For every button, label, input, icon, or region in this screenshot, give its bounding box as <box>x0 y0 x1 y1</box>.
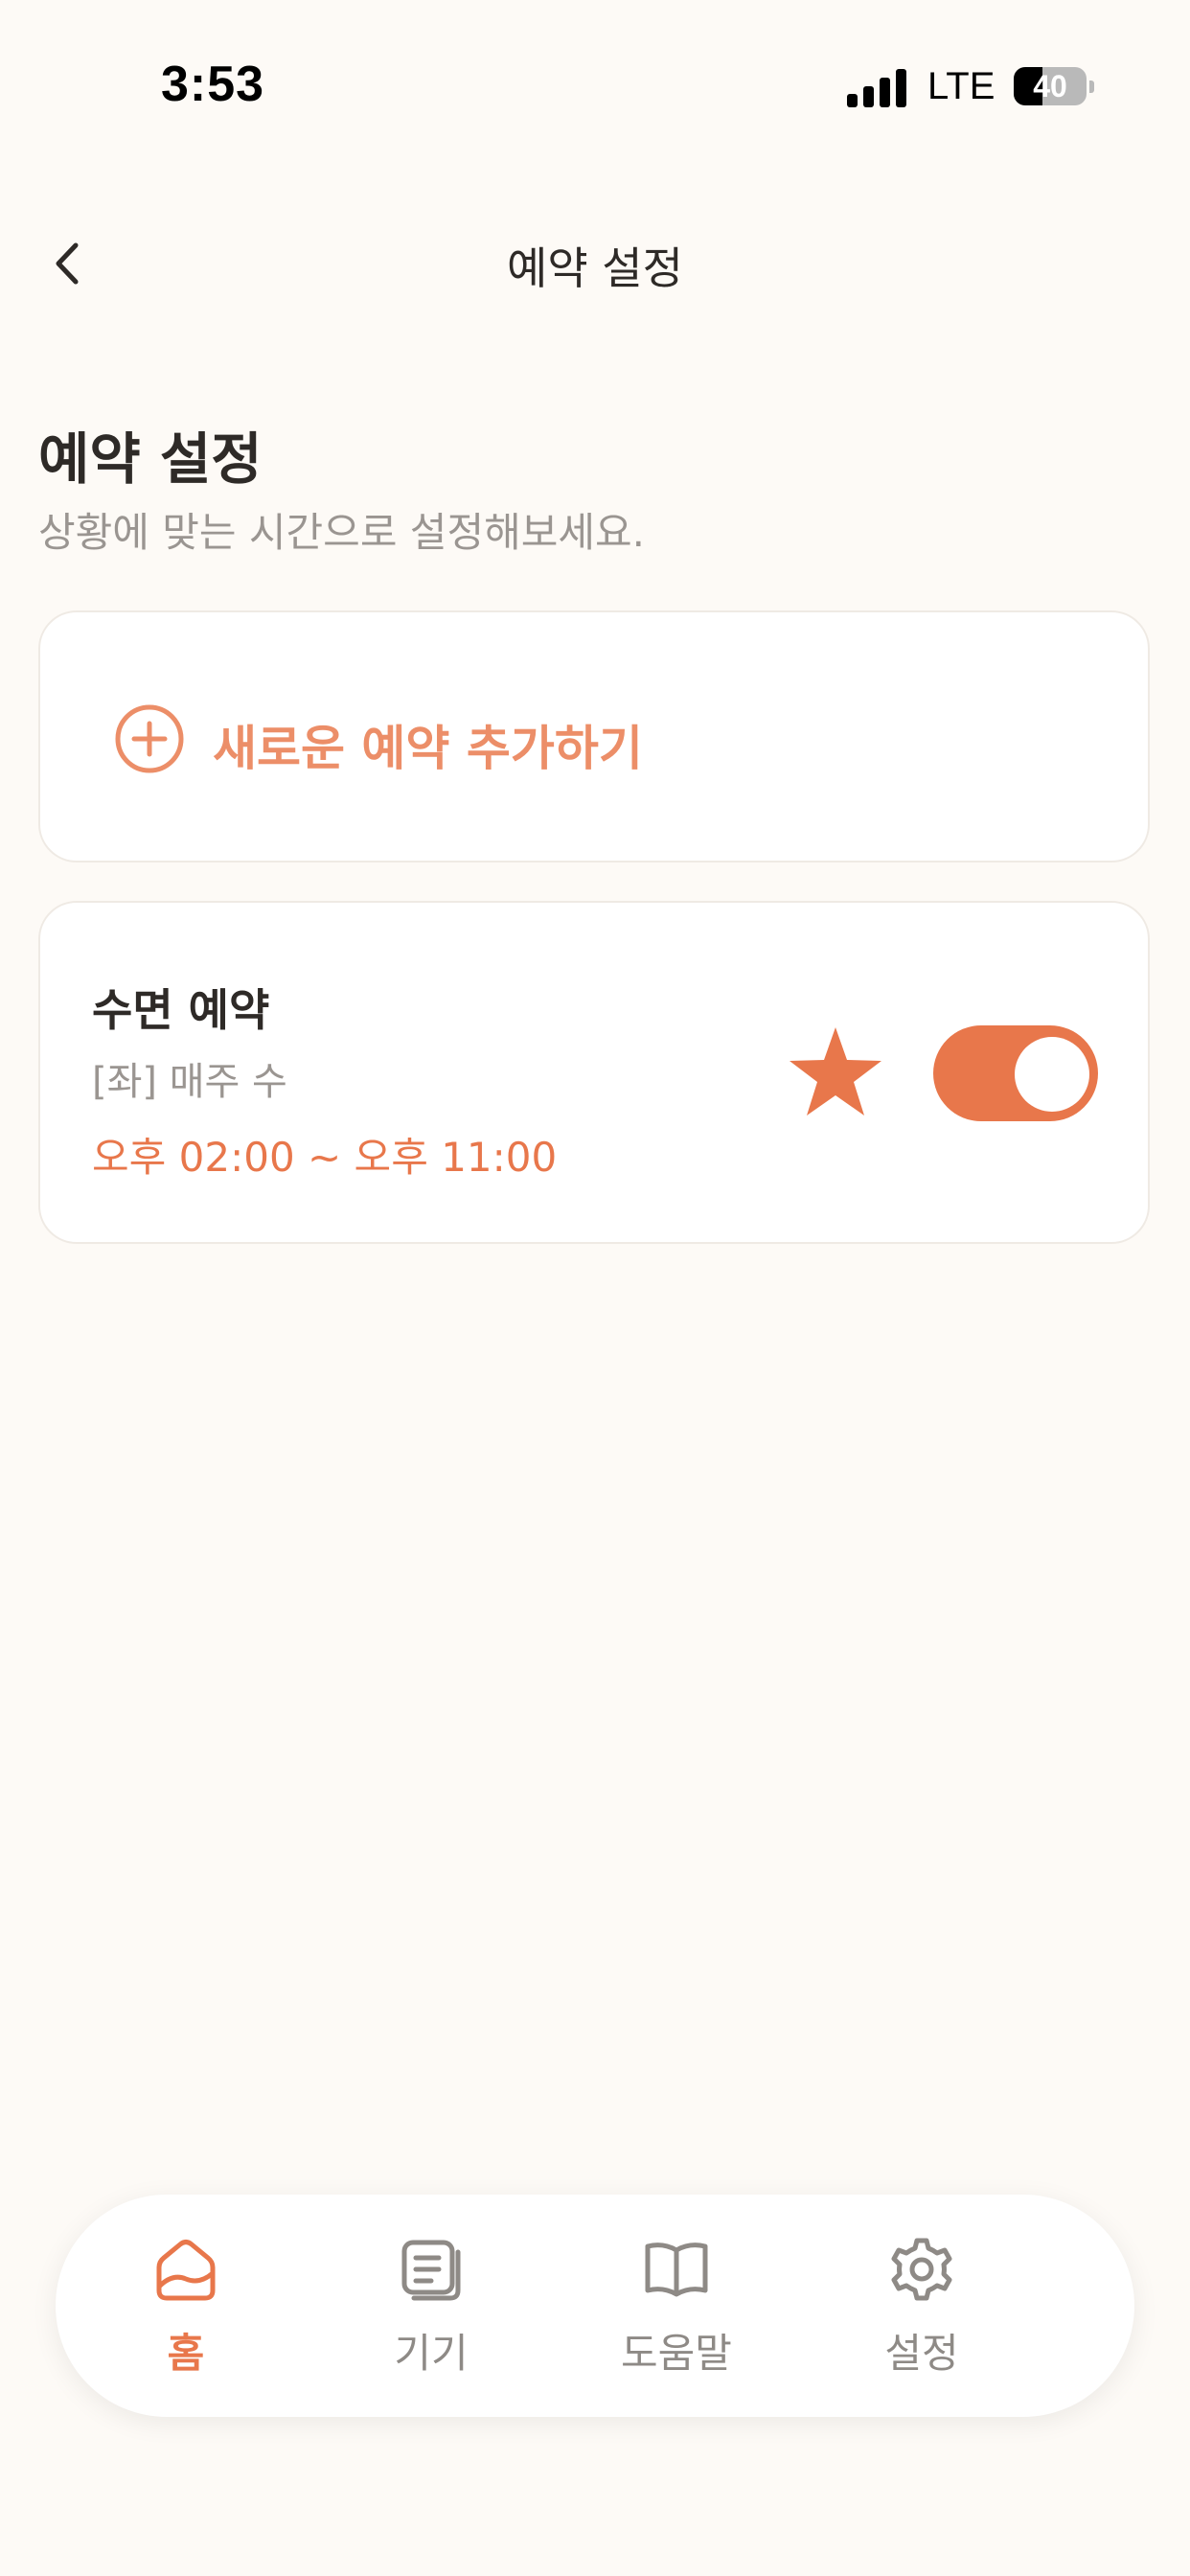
toggle-knob <box>1015 1037 1089 1112</box>
tab-home[interactable]: 홈 <box>90 2195 282 2417</box>
reservation-title: 수면 예약 <box>92 984 270 1036</box>
reservation-time: 오후 02:00 ~ 오후 11:00 <box>92 1134 558 1181</box>
tab-help[interactable]: 도움말 <box>581 2195 772 2417</box>
page-subtitle: 상황에 맞는 시간으로 설정해보세요. <box>38 509 646 556</box>
tab-home-label: 홈 <box>167 2330 205 2377</box>
star-icon[interactable] <box>786 1022 885 1121</box>
tab-devices[interactable]: 기기 <box>335 2195 527 2417</box>
network-type: LTE <box>927 65 995 107</box>
bottom-tab-bar: 홈 기기 도움말 설정 <box>56 2195 1134 2417</box>
tab-devices-label: 기기 <box>394 2330 469 2377</box>
status-bar: 3:53 LTE 40 <box>0 0 1190 144</box>
tab-help-label: 도움말 <box>621 2330 732 2377</box>
status-time: 3:53 <box>161 57 265 112</box>
reservation-toggle[interactable] <box>933 1025 1098 1121</box>
device-icon <box>401 2240 461 2301</box>
cellular-signal-icon <box>847 67 906 107</box>
header-title: 예약 설정 <box>507 242 683 294</box>
battery-icon: 40 <box>1014 67 1087 105</box>
battery-level: 40 <box>1033 69 1067 104</box>
tab-settings-label: 설정 <box>884 2330 959 2377</box>
book-icon <box>645 2242 708 2297</box>
plus-circle-icon <box>115 704 184 773</box>
reservation-card[interactable]: 수면 예약 [좌] 매주 수 오후 02:00 ~ 오후 11:00 <box>38 901 1150 1244</box>
reservation-schedule: [좌] 매주 수 <box>92 1060 287 1104</box>
page-title: 예약 설정 <box>38 426 263 492</box>
add-reservation-button[interactable]: 새로운 예약 추가하기 <box>38 610 1150 862</box>
home-icon <box>156 2240 216 2301</box>
battery-cap <box>1089 80 1094 93</box>
add-reservation-label: 새로운 예약 추가하기 <box>213 721 643 776</box>
gear-icon <box>891 2238 952 2301</box>
tab-settings[interactable]: 설정 <box>826 2195 1018 2417</box>
